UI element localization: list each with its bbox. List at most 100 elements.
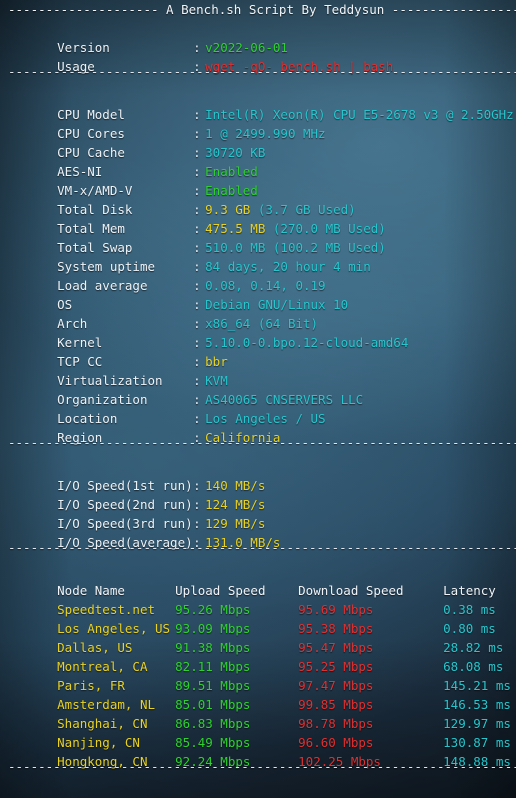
row-value: 510.0 MB (100.2 MB Used) <box>205 240 386 255</box>
column-header-latency: Latency <box>443 583 496 598</box>
row-colon: : <box>193 278 201 293</box>
row-label: Total Disk <box>57 202 133 217</box>
row-label: I/O Speed(2nd run) <box>57 497 193 512</box>
footer-row-finished-in: Finished in:5 min 16 sec <box>0 781 516 798</box>
row-value: 1 @ 2499.990 MHz <box>205 126 326 141</box>
row-value: 30720 KB <box>205 145 266 160</box>
row-value-suffix: (270.0 MB Used) <box>265 221 386 236</box>
row-colon: : <box>193 392 201 407</box>
info-row-cpu-model: CPU Model: Intel(R) Xeon(R) CPU E5-2678 v… <box>0 86 516 122</box>
cell-node-name: Montreal, CA <box>57 659 148 674</box>
row-colon: : <box>193 297 201 312</box>
row-colon: : <box>193 240 201 255</box>
cell-upload-speed: 89.51 Mbps <box>175 678 251 693</box>
cell-node-name: Shanghai, CN <box>57 716 148 731</box>
row-value: Debian GNU/Linux 10 <box>205 297 349 312</box>
row-label: Total Mem <box>57 221 125 236</box>
row-label: VM-x/AMD-V <box>57 183 133 198</box>
cell-upload-speed: 95.26 Mbps <box>175 602 251 617</box>
cell-latency: 130.87 ms <box>443 735 511 750</box>
row-value: 84 days, 20 hour 4 min <box>205 259 371 274</box>
row-label: Load average <box>57 278 148 293</box>
separator-line: ----------------------------------------… <box>8 759 516 774</box>
row-label: Version <box>57 40 110 55</box>
cell-download-speed: 96.60 Mbps <box>298 735 374 750</box>
row-value: KVM <box>205 373 228 388</box>
row-label: I/O Speed(1st run) <box>57 478 193 493</box>
cell-latency: 28.82 ms <box>443 640 504 655</box>
speedtest-table-header: Node Name Upload Speed Download Speed Laten… <box>0 562 516 598</box>
cell-download-speed: 99.85 Mbps <box>298 697 374 712</box>
cell-download-speed: 98.78 Mbps <box>298 716 374 731</box>
cell-latency: 0.80 ms <box>443 621 496 636</box>
row-label: CPU Model <box>57 107 125 122</box>
row-colon: : <box>193 259 201 274</box>
cell-node-name: Dallas, US <box>57 640 133 655</box>
column-header-upload-speed: Upload Speed <box>175 583 266 598</box>
row-value: x86_64 (64 Bit) <box>205 316 319 331</box>
row-colon: : <box>193 126 201 141</box>
row-colon: : <box>193 202 201 217</box>
io-row-1st-run: I/O Speed(1st run): 140 MB/s <box>0 457 516 493</box>
row-value: 9.3 GB <box>205 202 251 217</box>
row-value: 0.08, 0.14, 0.19 <box>205 278 326 293</box>
cell-latency: 129.97 ms <box>443 716 511 731</box>
row-colon: : <box>193 478 201 493</box>
row-label: I/O Speed(3rd run) <box>57 516 193 531</box>
row-label: OS <box>57 297 73 312</box>
row-value: bbr <box>205 354 228 369</box>
column-header-download-speed: Download Speed <box>298 583 404 598</box>
row-value: 129 MB/s <box>205 516 266 531</box>
cell-latency: 146.53 ms <box>443 697 511 712</box>
row-label: CPU Cores <box>57 126 125 141</box>
row-label: AES-NI <box>57 164 103 179</box>
separator-line: ----------------------------------------… <box>8 64 516 79</box>
terminal-window: -------------------- A Bench.sh Script B… <box>0 0 516 798</box>
row-label: CPU Cache <box>57 145 125 160</box>
cell-node-name: Nanjing, CN <box>57 735 140 750</box>
info-row-version: Version: v2022-06-01 <box>0 19 516 55</box>
terminal-output: -------------------- A Bench.sh Script B… <box>0 0 516 798</box>
row-colon: : <box>193 411 201 426</box>
row-colon: : <box>193 335 201 350</box>
row-label: Total Swap <box>57 240 133 255</box>
row-value: 124 MB/s <box>205 497 266 512</box>
cell-upload-speed: 86.83 Mbps <box>175 716 251 731</box>
row-value: Los Angeles / US <box>205 411 326 426</box>
cell-download-speed: 95.47 Mbps <box>298 640 374 655</box>
row-label: Location <box>57 411 118 426</box>
cell-upload-speed: 85.01 Mbps <box>175 697 251 712</box>
row-value: 475.5 MB <box>205 221 266 236</box>
row-value-suffix: (3.7 GB Used) <box>250 202 356 217</box>
cell-download-speed: 95.69 Mbps <box>298 602 374 617</box>
row-value: Enabled <box>205 183 258 198</box>
cell-upload-speed: 85.49 Mbps <box>175 735 251 750</box>
cell-latency: 68.08 ms <box>443 659 504 674</box>
row-value: Enabled <box>205 164 258 179</box>
cell-upload-speed: 93.09 Mbps <box>175 621 251 636</box>
cell-upload-speed: 91.38 Mbps <box>175 640 251 655</box>
cell-download-speed: 95.25 Mbps <box>298 659 374 674</box>
cell-latency: 0.38 ms <box>443 602 496 617</box>
row-label: Organization <box>57 392 148 407</box>
row-value: 5.10.0-0.bpo.12-cloud-amd64 <box>205 335 409 350</box>
row-value: AS40065 CNSERVERS LLC <box>205 392 364 407</box>
row-colon: : <box>193 145 201 160</box>
cell-download-speed: 97.47 Mbps <box>298 678 374 693</box>
cell-download-speed: 95.38 Mbps <box>298 621 374 636</box>
row-colon: : <box>193 164 201 179</box>
row-colon: : <box>193 183 201 198</box>
cell-upload-speed: 82.11 Mbps <box>175 659 251 674</box>
row-colon: : <box>193 221 201 236</box>
cell-latency: 145.21 ms <box>443 678 511 693</box>
row-value: 140 MB/s <box>205 478 266 493</box>
row-value: Intel(R) Xeon(R) CPU E5-2678 v3 @ 2.50GH… <box>205 107 514 122</box>
separator-line: ----------------------------------------… <box>8 540 516 555</box>
row-colon: : <box>193 497 201 512</box>
row-colon: : <box>193 107 201 122</box>
row-label: System uptime <box>57 259 155 274</box>
row-label: Arch <box>57 316 88 331</box>
cell-node-name: Los Angeles, US <box>57 621 171 636</box>
row-label: TCP CC <box>57 354 103 369</box>
row-colon: : <box>193 354 201 369</box>
